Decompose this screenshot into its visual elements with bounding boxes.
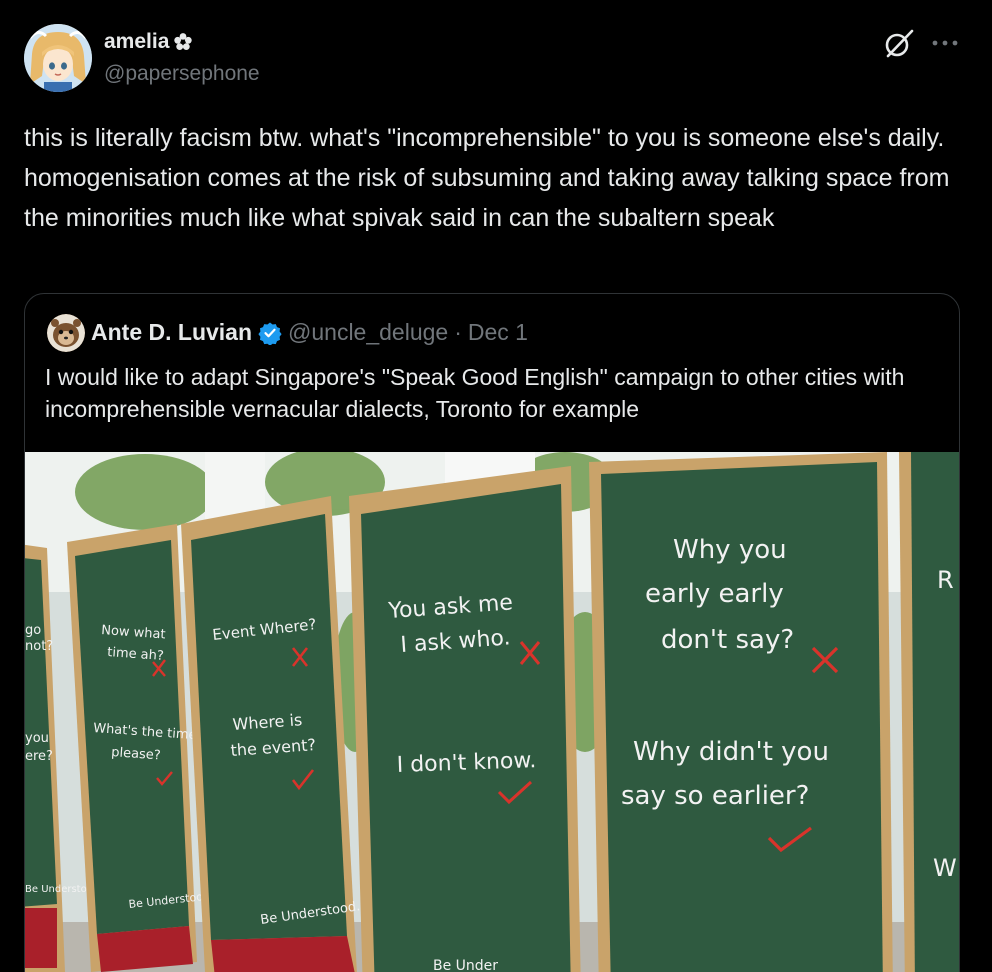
author-name-row: amelia <box>104 30 193 54</box>
banner-4-right: I don't know. <box>396 748 536 778</box>
banner-1-wrong: go <box>25 623 41 638</box>
author-handle[interactable]: @papersephone <box>104 62 260 86</box>
verified-badge-icon <box>258 321 282 346</box>
banner-6-right: W <box>933 854 957 882</box>
banner-4-footer: Be Under <box>433 958 498 972</box>
campaign-photo: go not? you ere? Be Understood. Now what… <box>25 452 959 972</box>
quoted-header: Ante D. Luvian @uncle_deluge · Dec 1 <box>91 319 528 346</box>
banner-5-right: Why didn't you <box>633 737 829 767</box>
tweet-text: this is literally facism btw. what's "in… <box>24 124 957 232</box>
quoted-tweet[interactable]: Ante D. Luvian @uncle_deluge · Dec 1 I w… <box>24 293 960 972</box>
quoted-image[interactable]: go not? you ere? Be Understood. Now what… <box>25 452 959 972</box>
banner-5-wrong: Why you <box>673 535 787 565</box>
svg-text:ere?: ere? <box>25 749 53 764</box>
banner-1-right: you <box>25 731 49 746</box>
flower-icon <box>173 32 193 52</box>
quoted-separator: · <box>454 319 462 345</box>
more-icon[interactable] <box>930 26 960 60</box>
grok-icon[interactable] <box>882 26 916 60</box>
quoted-handle[interactable]: @uncle_deluge <box>288 319 448 346</box>
author-avatar-image <box>24 24 92 92</box>
quoted-date[interactable]: Dec 1 <box>468 319 528 346</box>
quoted-text: I would like to adapt Singapore's "Speak… <box>45 364 905 422</box>
quoted-author-avatar[interactable] <box>47 314 85 352</box>
author-avatar[interactable] <box>24 24 92 92</box>
tweet: amelia @papersephone this is literally f… <box>0 0 992 972</box>
svg-text:early early: early early <box>645 579 784 609</box>
svg-text:not?: not? <box>25 639 53 654</box>
author-display-name[interactable]: amelia <box>104 30 169 54</box>
banner-6-wrong: R <box>937 566 954 594</box>
quoted-display-name[interactable]: Ante D. Luvian <box>91 319 252 346</box>
svg-text:don't say?: don't say? <box>661 625 794 655</box>
svg-text:say so earlier?: say so earlier? <box>621 781 809 811</box>
